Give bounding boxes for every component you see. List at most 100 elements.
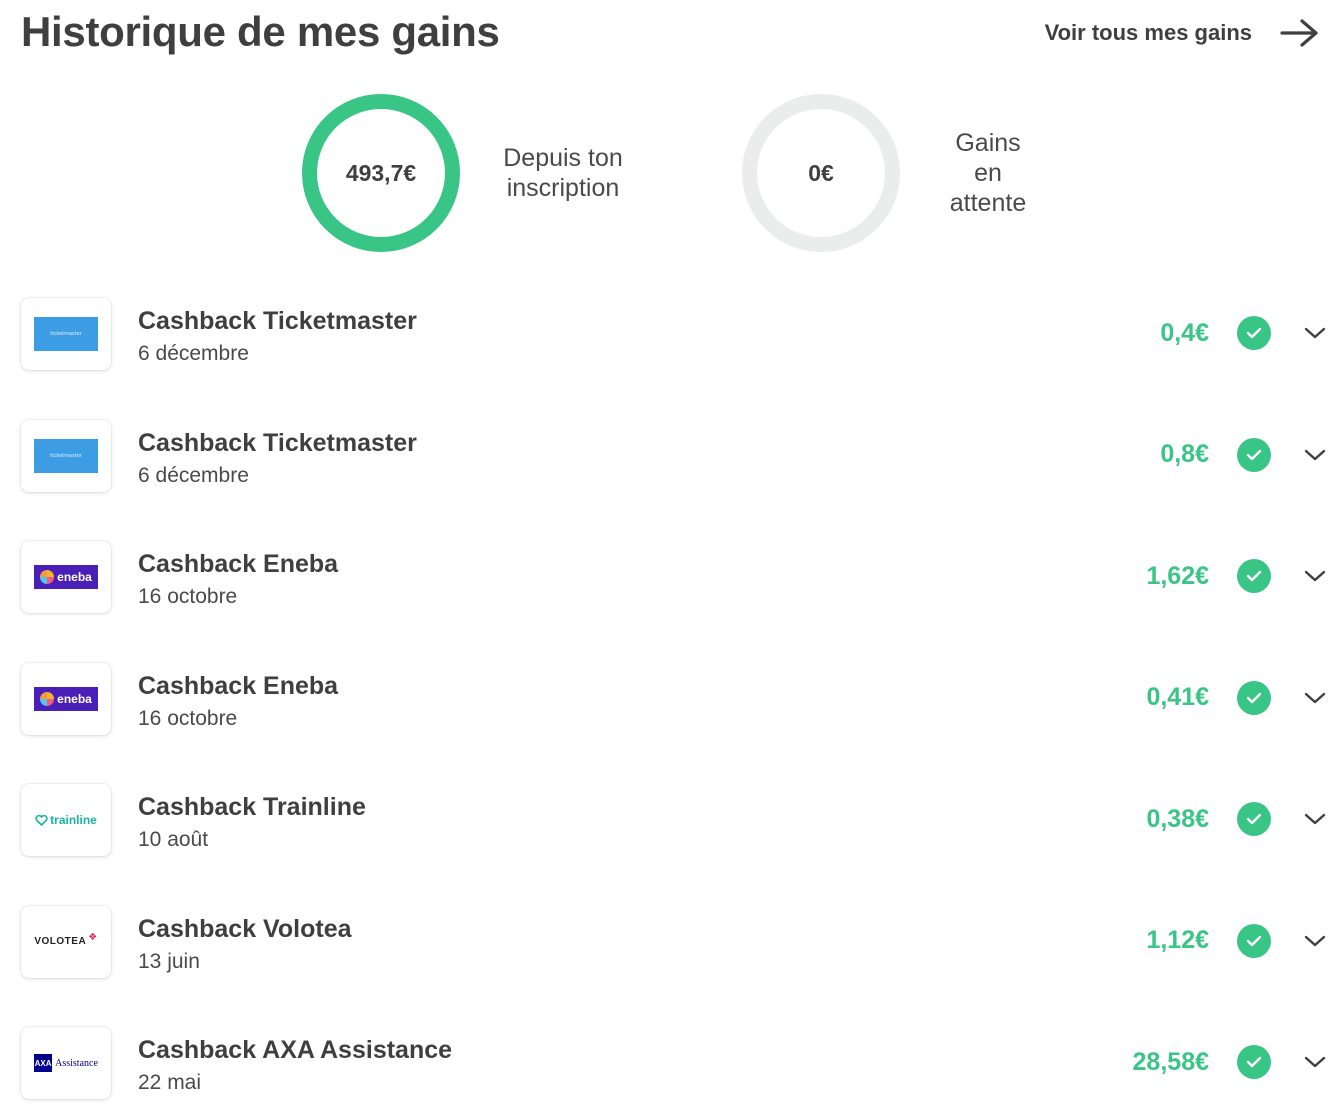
check-circle-icon	[1237, 559, 1271, 593]
check-circle-icon	[1237, 316, 1271, 350]
transaction-date: 16 octobre	[138, 706, 238, 730]
transaction-list: ticketmaster Cashback Ticketmaster 6 déc…	[21, 298, 1327, 1116]
pending-earnings-summary: 0€ Gains en attente	[742, 94, 1038, 252]
total-earnings-ring: 493,7€	[302, 94, 460, 252]
merchant-logo-trainline: trainline	[21, 784, 111, 856]
total-earnings-value: 493,7€	[345, 159, 417, 186]
logo-text: ticketmaster	[50, 452, 82, 459]
merchant-logo-axa: AXA Assistance	[21, 1027, 111, 1099]
chevron-down-icon[interactable]	[1303, 568, 1327, 584]
transaction-amount: 1,62€	[1146, 561, 1209, 590]
logo-text: trainline	[50, 813, 97, 827]
transaction-amount: 0,4€	[1160, 318, 1209, 347]
eneba-mark-icon	[40, 570, 55, 584]
chevron-down-icon[interactable]	[1303, 1054, 1327, 1070]
chevron-down-icon[interactable]	[1303, 325, 1327, 341]
axa-assistance-logo: AXA Assistance	[34, 1054, 98, 1072]
ticketmaster-logo: ticketmaster	[34, 317, 98, 351]
see-all-earnings-link[interactable]: Voir tous mes gains	[1045, 16, 1320, 50]
transaction-status: 1,62€	[1089, 559, 1327, 593]
transaction-row[interactable]: ticketmaster Cashback Ticketmaster 6 déc…	[21, 298, 1327, 420]
transaction-row[interactable]: trainline Cashback Trainline 10 août 0,3…	[21, 784, 1327, 906]
transaction-title: Cashback AXA Assistance	[138, 1036, 453, 1064]
axa-mark-icon: AXA	[34, 1054, 53, 1072]
transaction-title: Cashback Trainline	[138, 793, 366, 821]
merchant-logo-ticketmaster: ticketmaster	[21, 298, 111, 370]
transaction-row[interactable]: eneba Cashback Eneba 16 octobre 0,41€	[21, 662, 1327, 785]
transaction-title: Cashback Ticketmaster	[138, 307, 417, 335]
see-all-earnings-label: Voir tous mes gains	[1044, 20, 1252, 45]
chevron-down-icon[interactable]	[1303, 811, 1327, 827]
transaction-row[interactable]: ticketmaster Cashback Ticketmaster 6 déc…	[21, 419, 1327, 542]
transaction-info: Cashback Volotea 13 juin	[138, 914, 352, 976]
merchant-logo-volotea: VOLOTEA ❖	[21, 905, 111, 978]
transaction-title: Cashback Ticketmaster	[138, 428, 417, 457]
transaction-amount: 0,38€	[1146, 804, 1209, 833]
transaction-row[interactable]: VOLOTEA ❖ Cashback Volotea 13 juin 1,12€	[21, 905, 1327, 1028]
earnings-history-page: Historique de mes gains Voir tous mes ga…	[0, 0, 1344, 1116]
pending-earnings-caption: Gains en attente	[938, 128, 1038, 218]
transaction-info: Cashback Trainline 10 août	[138, 792, 366, 854]
transaction-amount: 0,8€	[1160, 440, 1209, 468]
total-caption-line1: Depuis ton	[503, 144, 623, 172]
merchant-logo-ticketmaster: ticketmaster	[21, 419, 111, 492]
transaction-status: 1,12€	[1089, 923, 1327, 958]
transaction-info: Cashback Eneba 16 octobre	[138, 549, 338, 611]
transaction-date: 13 juin	[138, 949, 200, 973]
logo-text: eneba	[57, 691, 92, 706]
eneba-logo: eneba	[34, 565, 98, 589]
transaction-date: 6 décembre	[138, 342, 249, 365]
pending-earnings-value: 0€	[808, 159, 834, 186]
transaction-amount: 1,12€	[1146, 926, 1209, 954]
logo-text: VOLOTEA	[34, 936, 87, 947]
chevron-down-icon[interactable]	[1303, 690, 1327, 706]
page-title: Historique de mes gains	[21, 8, 500, 55]
transaction-title: Cashback Eneba	[138, 550, 339, 578]
pending-caption-line1: Gains en	[955, 129, 1021, 187]
transaction-row[interactable]: eneba Cashback Eneba 16 octobre 1,62€	[21, 541, 1327, 663]
logo-text: eneba	[57, 570, 92, 584]
total-earnings-summary: 493,7€ Depuis ton inscription	[302, 94, 628, 252]
total-caption-line2: inscription	[506, 174, 620, 202]
volotea-logo: VOLOTEA ❖	[34, 932, 97, 947]
logo-text: ticketmaster	[50, 331, 82, 337]
chevron-down-icon[interactable]	[1303, 933, 1327, 949]
transaction-date: 6 décembre	[138, 463, 249, 487]
transaction-date: 22 mai	[138, 1071, 202, 1094]
transaction-row[interactable]: AXA Assistance Cashback AXA Assistance 2…	[21, 1027, 1327, 1116]
transaction-date: 10 août	[138, 828, 209, 851]
trainline-heart-icon	[35, 814, 48, 826]
transaction-title: Cashback Volotea	[138, 914, 352, 943]
trainline-logo: trainline	[35, 813, 97, 827]
transaction-info: Cashback Eneba 16 octobre	[138, 671, 338, 733]
transaction-status: 0,41€	[1089, 680, 1327, 715]
transaction-status: 0,38€	[1089, 802, 1327, 836]
check-circle-icon	[1237, 802, 1271, 836]
transaction-status: 0,8€	[1089, 437, 1327, 472]
arrow-right-icon	[1280, 19, 1318, 47]
transaction-status: 0,4€	[1089, 316, 1327, 350]
transaction-title: Cashback Eneba	[138, 671, 339, 700]
merchant-logo-eneba: eneba	[21, 662, 111, 735]
transaction-amount: 0,41€	[1146, 683, 1209, 711]
transaction-info: Cashback AXA Assistance 22 mai	[138, 1035, 452, 1097]
total-earnings-caption: Depuis ton inscription	[498, 143, 628, 203]
check-circle-icon	[1237, 1045, 1271, 1079]
pending-caption-line2: attente	[949, 189, 1027, 217]
volotea-diamond-icon: ❖	[88, 932, 98, 943]
eneba-logo: eneba	[34, 686, 98, 711]
eneba-mark-icon	[40, 691, 55, 706]
transaction-amount: 28,58€	[1132, 1047, 1209, 1076]
merchant-logo-eneba: eneba	[21, 541, 111, 613]
check-circle-icon	[1237, 437, 1271, 472]
transaction-date: 16 octobre	[138, 585, 238, 608]
chevron-down-icon[interactable]	[1303, 447, 1327, 463]
logo-text: AXA	[34, 1058, 52, 1068]
transaction-status: 28,58€	[1089, 1045, 1327, 1079]
transaction-info: Cashback Ticketmaster 6 décembre	[138, 306, 417, 368]
transaction-info: Cashback Ticketmaster 6 décembre	[138, 428, 417, 490]
ticketmaster-logo: ticketmaster	[34, 438, 98, 473]
check-circle-icon	[1237, 923, 1271, 958]
logo-subtext: Assistance	[55, 1057, 98, 1069]
check-circle-icon	[1237, 680, 1271, 715]
